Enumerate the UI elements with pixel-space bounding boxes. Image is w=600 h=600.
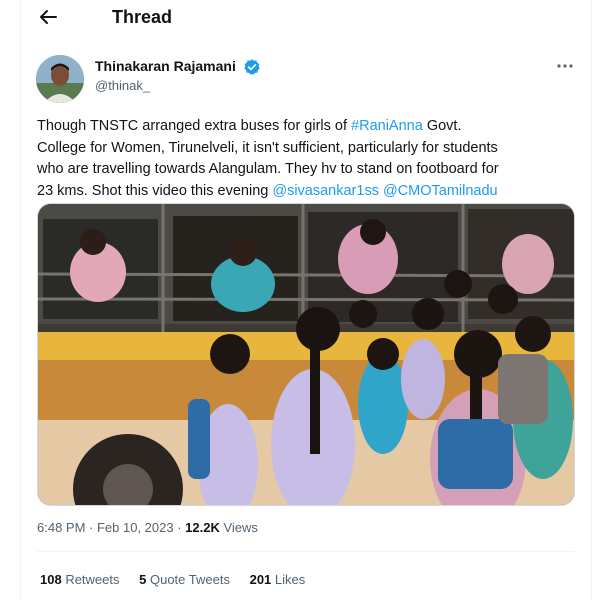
views-count: 12.2K [185, 520, 220, 535]
tweet-timestamp[interactable]: 6:48 PM · Feb 10, 2023 [37, 520, 174, 535]
retweets-stat[interactable]: 108 Retweets [40, 572, 120, 587]
likes-stat[interactable]: 201 Likes [250, 572, 306, 587]
more-options-button[interactable] [554, 57, 576, 75]
tweet-text: Though TNSTC arranged extra buses for gi… [37, 116, 577, 202]
thread-header: Thread [21, 0, 591, 36]
back-button[interactable] [35, 4, 61, 30]
views-label: Views [219, 520, 258, 535]
tweet-line: College for Women, Tirunelveli, it isn't… [37, 139, 498, 156]
mention-link[interactable]: @sivasankar1ss [272, 183, 379, 199]
author-avatar[interactable] [36, 55, 84, 103]
author-handle[interactable]: @thinak_ [95, 78, 150, 93]
column-border-right [591, 0, 592, 600]
back-arrow-icon [40, 10, 57, 24]
author-name[interactable]: Thinakaran Rajamani [95, 58, 236, 74]
verified-badge-icon [244, 59, 260, 75]
tweet-line: 23 kms. Shot this video this evening @si… [37, 182, 498, 199]
tweet-line: who are travelling towards Alangulam. Th… [37, 161, 499, 177]
tweet-stats: 108 Retweets 5 Quote Tweets 201 Likes [40, 572, 321, 587]
column-border-left [20, 0, 21, 600]
divider [37, 551, 575, 552]
tweet-line: Though TNSTC arranged extra buses for gi… [37, 118, 462, 134]
tweet-meta: 6:48 PM · Feb 10, 2023 · 12.2K Views [37, 520, 258, 535]
quote-tweets-stat[interactable]: 5 Quote Tweets [139, 572, 230, 587]
page-title: Thread [112, 7, 173, 27]
mention-link[interactable]: @CMOTamilnadu [383, 183, 498, 199]
hashtag-link[interactable]: #RaniAnna [351, 118, 423, 134]
more-options-icon [557, 64, 573, 68]
tweet-video[interactable] [37, 203, 575, 506]
